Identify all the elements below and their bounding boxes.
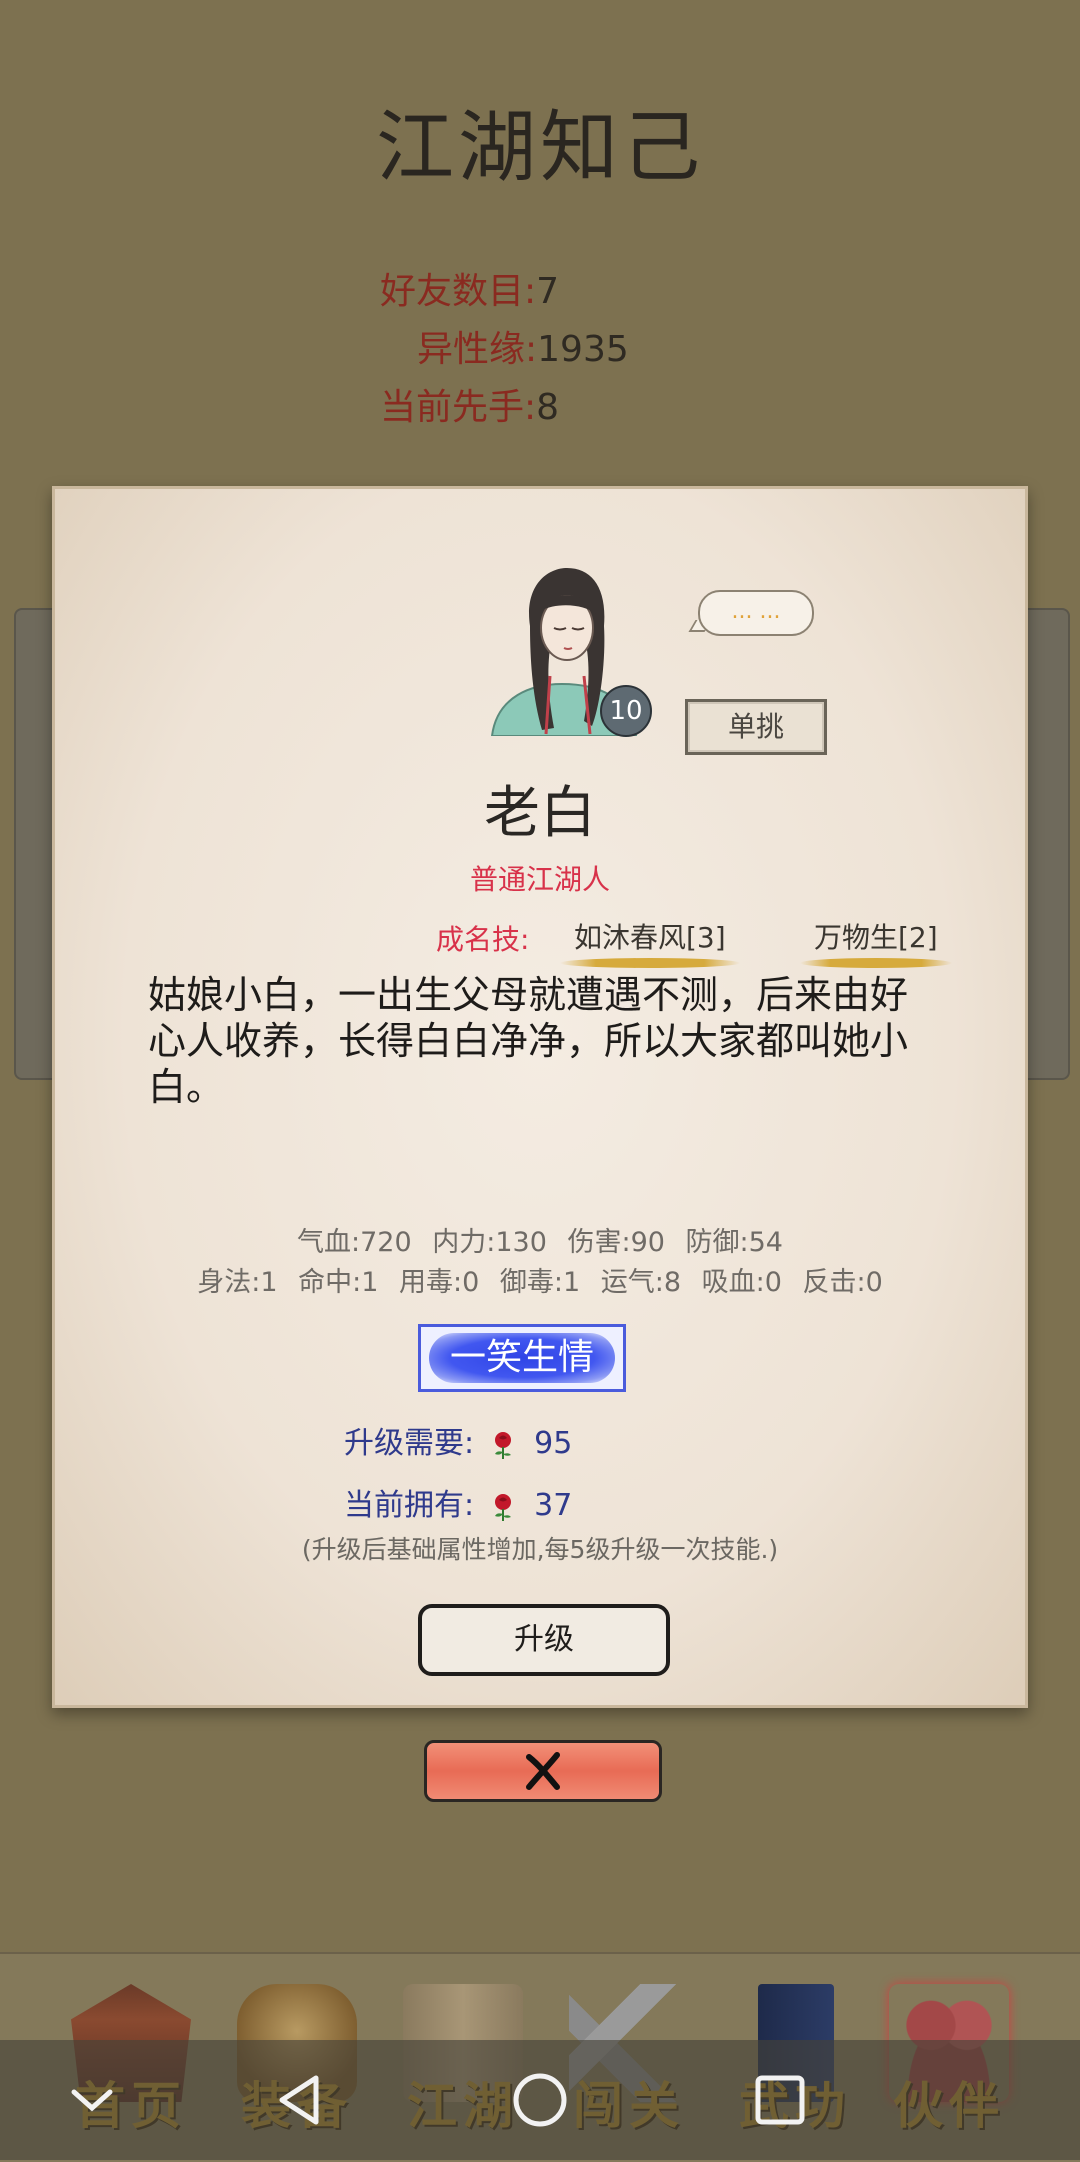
attributes-line-2: 身法:1 命中:1 用毒:0 御毒:1 运气:8 吸血:0 反击:0: [52, 1260, 1028, 1299]
stat-initiative-value: 8: [536, 387, 560, 428]
attr-poison-resist: 御毒:1: [499, 1267, 581, 1298]
skill-underline: [560, 958, 740, 968]
attr-lifesteal: 吸血:0: [701, 1267, 782, 1298]
stat-friends-value: 7: [536, 271, 560, 312]
stat-initiative-label: 当前先手:: [380, 387, 537, 428]
close-icon: [526, 1752, 560, 1790]
duel-button[interactable]: 单挑: [685, 699, 827, 755]
character-type: 普通江湖人: [469, 863, 610, 896]
rose-icon: [495, 1431, 512, 1459]
attributes-line-1: 气血:720 内力:130 伤害:90 防御:54: [52, 1220, 1028, 1259]
skill-item[interactable]: 万物生[2]: [800, 916, 952, 968]
upgrade-button[interactable]: 升级: [418, 1604, 670, 1676]
stat-charm-label: 异性缘:: [417, 329, 538, 370]
stat-initiative: 当前先手:8: [380, 378, 559, 430]
recents-icon[interactable]: [750, 2070, 810, 2130]
attr-agility: 身法:1: [197, 1267, 278, 1298]
famous-skills-label: 成名技:: [436, 923, 530, 956]
character-description: 姑娘小白，一出生父母就遭遇不测，后来由好心人收养，长得白白净净，所以大家都叫她小…: [148, 973, 909, 1109]
speech-bubble[interactable]: ... ...: [698, 590, 814, 636]
attr-hp: 气血:720: [297, 1227, 412, 1258]
skill-item[interactable]: 如沐春风[3]: [560, 916, 740, 968]
skill-name: 万物生[2]: [814, 921, 938, 954]
skill-underline: [800, 958, 952, 968]
level-badge: 10: [600, 685, 652, 737]
charm-button-label: 一笑生情: [449, 1337, 594, 1378]
close-button[interactable]: [424, 1740, 662, 1802]
upgrade-note: (升级后基础属性增加,每5级升级一次技能.): [301, 1535, 779, 1564]
system-nav-bar: [0, 2040, 1080, 2160]
attr-luck: 运气:8: [600, 1267, 682, 1298]
upgrade-requirement: 升级需要: 95: [344, 1418, 572, 1462]
attr-damage: 伤害:90: [567, 1227, 665, 1258]
upgrade-need-value: 95: [534, 1426, 573, 1461]
attr-poison: 用毒:0: [398, 1267, 480, 1298]
stat-charm-value: 1935: [537, 329, 629, 370]
owned-value: 37: [534, 1488, 573, 1523]
stat-friends: 好友数目:7: [380, 262, 559, 314]
home-icon[interactable]: [510, 2070, 570, 2130]
skill-name: 如沐春风[3]: [574, 921, 726, 954]
attr-counter: 反击:0: [802, 1267, 883, 1298]
attr-accuracy: 命中:1: [298, 1267, 379, 1298]
character-name: 老白: [484, 781, 596, 846]
screen-title: 江湖知己: [375, 103, 704, 193]
back-icon[interactable]: [270, 2070, 330, 2130]
friend-detail-dialog: 10 ... ... 单挑 老白 普通江湖人 成名技: 如沐春风[3] 万物生[…: [52, 486, 1028, 1708]
attr-defense: 防御:54: [685, 1227, 783, 1258]
stat-charm: 异性缘:1935: [417, 320, 629, 372]
stat-friends-label: 好友数目:: [380, 271, 537, 312]
rose-icon: [495, 1493, 512, 1521]
charm-skill-button[interactable]: 一笑生情: [418, 1324, 626, 1392]
collapse-chevron-icon[interactable]: [62, 2070, 122, 2130]
owned-amount: 当前拥有: 37: [344, 1480, 572, 1524]
owned-label: 当前拥有:: [344, 1488, 475, 1523]
upgrade-need-label: 升级需要:: [344, 1426, 475, 1461]
attr-mp: 内力:130: [432, 1227, 547, 1258]
